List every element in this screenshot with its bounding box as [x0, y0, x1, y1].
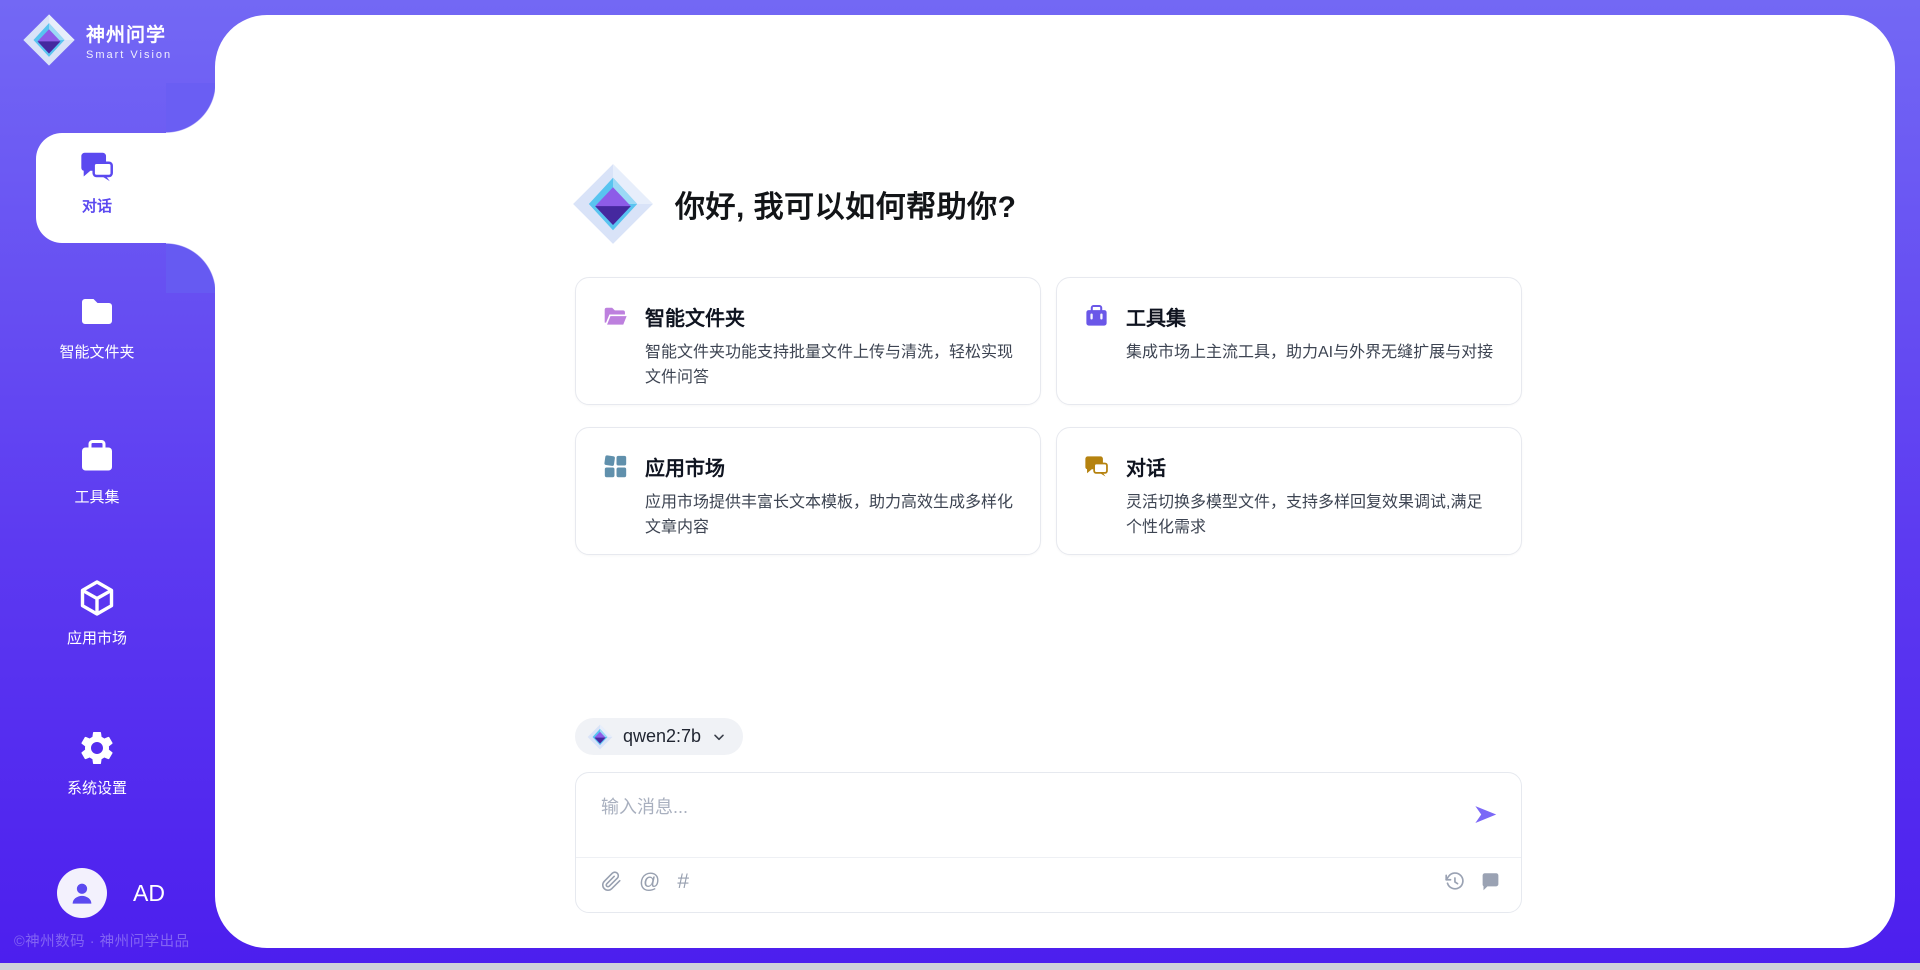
model-name: qwen2:7b: [623, 726, 701, 747]
sidebar-item-app-market[interactable]: 应用市场: [0, 578, 194, 648]
model-diamond-icon: [587, 724, 613, 750]
toolbox-icon: [77, 437, 117, 477]
card-description: 灵活切换多模型文件，支持多样回复效果调试,满足个性化需求: [1126, 491, 1495, 541]
screen-bottom-edge: [0, 963, 1920, 970]
card-smart-folder[interactable]: 智能文件夹 智能文件夹功能支持批量文件上传与清洗，轻松实现文件问答: [575, 277, 1041, 405]
copyright-footer: ©神州数码 · 神州问学出品: [14, 930, 190, 951]
brand-name: 神州问学: [86, 20, 172, 47]
card-title: 对话: [1126, 452, 1166, 481]
greeting-title: 你好, 我可以如何帮助你?: [675, 182, 1017, 226]
composer-tools-right: [1444, 871, 1501, 892]
send-icon[interactable]: [1472, 801, 1499, 828]
history-icon[interactable]: [1444, 871, 1465, 892]
card-app-market[interactable]: 应用市场 应用市场提供丰富长文本模板，助力高效生成多样化文章内容: [575, 427, 1041, 555]
model-selector[interactable]: qwen2:7b: [575, 718, 743, 755]
active-tab-fillet-bottom: [166, 243, 222, 293]
card-toolset[interactable]: 工具集 集成市场上主流工具，助力AI与外界无缝扩展与对接: [1056, 277, 1522, 405]
chat-icon: [1083, 453, 1110, 480]
composer-divider: [576, 857, 1521, 858]
card-description: 应用市场提供丰富长文本模板，助力高效生成多样化文章内容: [645, 491, 1014, 541]
sidebar-item-label: 智能文件夹: [59, 341, 134, 362]
cube-icon: [77, 578, 117, 618]
app-logo: 神州问学 Smart Vision: [22, 13, 172, 67]
person-icon: [67, 878, 97, 908]
chevron-down-icon: [711, 729, 727, 745]
sidebar-item-settings[interactable]: 系统设置: [0, 728, 194, 798]
message-composer: @ #: [575, 772, 1522, 913]
sidebar-item-label: 系统设置: [67, 777, 127, 798]
folder-open-icon: [602, 303, 629, 330]
main-panel: 你好, 我可以如何帮助你? 智能文件夹 智能文件夹功能支持批量文件上传与清洗，轻…: [215, 15, 1895, 948]
brand-subtitle: Smart Vision: [86, 49, 172, 61]
gear-icon: [77, 728, 117, 768]
card-description: 集成市场上主流工具，助力AI与外界无缝扩展与对接: [1126, 341, 1495, 366]
folder-icon: [77, 292, 117, 332]
card-title: 工具集: [1126, 302, 1186, 331]
composer-tools-left: @ #: [601, 871, 689, 892]
paperclip-icon[interactable]: [601, 871, 622, 892]
chat-bubble-icon[interactable]: [1480, 871, 1501, 892]
message-input[interactable]: [601, 793, 1451, 851]
active-tab-fillet-top: [166, 83, 222, 133]
card-title: 应用市场: [645, 452, 725, 481]
card-chat[interactable]: 对话 灵活切换多模型文件，支持多样回复效果调试,满足个性化需求: [1056, 427, 1522, 555]
card-title: 智能文件夹: [645, 302, 745, 331]
greeting-diamond-icon: [571, 162, 655, 246]
avatar: [57, 868, 107, 918]
brand-diamond-icon: [22, 13, 76, 67]
toolbox-icon: [1083, 303, 1110, 330]
user-profile[interactable]: AD: [57, 868, 165, 918]
feature-cards: 智能文件夹 智能文件夹功能支持批量文件上传与清洗，轻松实现文件问答 工具集 集成…: [575, 277, 1522, 555]
at-icon[interactable]: @: [639, 871, 660, 892]
card-description: 智能文件夹功能支持批量文件上传与清洗，轻松实现文件问答: [645, 341, 1014, 391]
sidebar-item-label: 应用市场: [67, 627, 127, 648]
apps-icon: [602, 453, 629, 480]
hash-icon[interactable]: #: [677, 871, 689, 892]
sidebar-item-label: 对话: [82, 195, 112, 216]
user-initials: AD: [133, 880, 165, 907]
sidebar-item-toolset[interactable]: 工具集: [0, 437, 194, 507]
sidebar-item-label: 工具集: [74, 486, 119, 507]
sidebar-item-smart-folder[interactable]: 智能文件夹: [0, 292, 194, 362]
sidebar-item-chat[interactable]: 对话: [0, 148, 194, 216]
chat-icon: [78, 148, 116, 186]
greeting-row: 你好, 我可以如何帮助你?: [571, 162, 1017, 246]
